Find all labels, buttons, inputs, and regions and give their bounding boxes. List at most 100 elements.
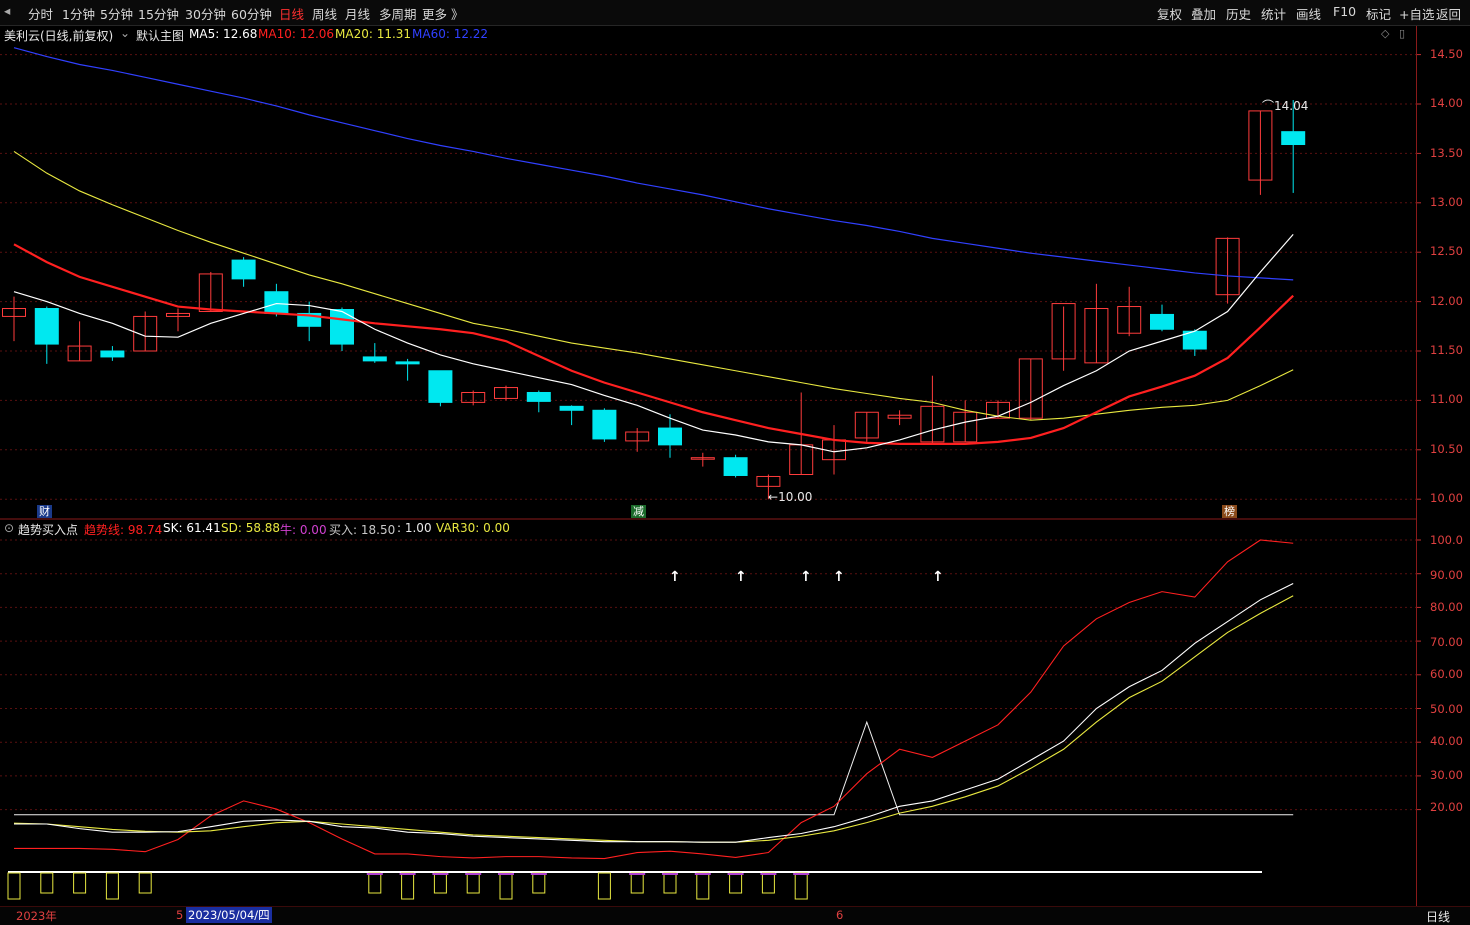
indicator-title[interactable]: 趋势买入点 (18, 521, 78, 538)
sd-line (13, 595, 1294, 843)
stats-button[interactable]: 统计 (1261, 4, 1286, 23)
settings-icon[interactable]: ⊙ (4, 521, 14, 535)
period-60min[interactable]: 60分钟 (231, 4, 272, 23)
stock-title: 美利云(日线,前复权) (4, 29, 114, 43)
main-chart-selector[interactable]: 默认主图 (136, 27, 184, 44)
period-weekly[interactable]: 周线 (312, 4, 337, 23)
candle-body (133, 315, 158, 352)
candle-body (756, 475, 781, 487)
period-label[interactable]: 日线 (1426, 908, 1450, 925)
period-more[interactable]: 更多 》 (422, 4, 463, 23)
price-tick: 11.50 (1430, 343, 1463, 357)
candle-body (264, 291, 289, 314)
candle-body (1084, 308, 1109, 364)
add-watchlist-button[interactable]: +自选 (1399, 4, 1434, 23)
sk-legend: SK: 61.41 (163, 521, 221, 535)
price-tick: 10.00 (1430, 491, 1463, 505)
sub-tick: 70.00 (1430, 635, 1463, 649)
candle-body (920, 405, 945, 443)
candle-body (887, 414, 912, 419)
period-15min[interactable]: 15分钟 (138, 4, 179, 23)
ma5-legend: MA5: 12.68 (189, 27, 258, 41)
draw-button[interactable]: 画线 (1296, 4, 1321, 23)
period-fenshi[interactable]: 分时 (28, 4, 53, 23)
sub-tick: 80.00 (1430, 600, 1463, 614)
price-tick: 12.00 (1430, 294, 1463, 308)
sub-tick: 60.00 (1430, 667, 1463, 681)
signal-bar (696, 872, 710, 900)
history-button[interactable]: 历史 (1226, 4, 1251, 23)
price-tick: 14.00 (1430, 96, 1463, 110)
period-1min[interactable]: 1分钟 (62, 4, 95, 23)
candle-body (690, 457, 715, 460)
window-icon[interactable]: ▯ (1399, 27, 1405, 40)
candle-body (658, 427, 682, 446)
candle-body (1018, 358, 1043, 419)
var30-legend: VAR30: 0.00 (436, 521, 510, 535)
candle-body (67, 345, 92, 362)
buy-legend: 买入: 18.50 (329, 523, 396, 537)
sub-tick: 90.00 (1430, 568, 1463, 582)
price-tick: 12.50 (1430, 244, 1463, 258)
signal-bar (40, 872, 54, 894)
period-daily[interactable]: 日线 (279, 4, 304, 23)
sub-tick: 40.00 (1430, 734, 1463, 748)
billboard-event-marker[interactable]: 榜 (1222, 505, 1237, 518)
ma10-line (13, 243, 1294, 445)
signal-bar (499, 872, 513, 900)
candle-body (100, 350, 125, 358)
high-annotation: ⌒14.04 (1262, 99, 1309, 113)
period-multi[interactable]: 多周期 (379, 4, 417, 23)
signal-bar (368, 872, 382, 894)
finance-event-marker[interactable]: 财 (37, 505, 52, 518)
candle-body (231, 259, 256, 280)
candle-body (1248, 110, 1273, 181)
signal-bar (761, 872, 775, 894)
niu-legend: 牛: 0.00 (280, 523, 327, 537)
ma60-line (13, 47, 1294, 281)
mark-button[interactable]: 标记 (1366, 4, 1391, 23)
candle-body (559, 405, 584, 411)
signal-bar (794, 872, 808, 900)
up-arrow-icon: ↑ (669, 569, 681, 585)
candle-body (526, 391, 551, 402)
year-label: 2023年 (16, 909, 57, 923)
signal-bar (7, 872, 21, 900)
candle-body (2, 308, 26, 317)
cursor-date: 2023/05/04/四 (186, 907, 272, 923)
reduce-event-marker[interactable]: 减 (631, 505, 646, 518)
price-tick: 14.50 (1430, 47, 1463, 61)
chevron-down-icon[interactable]: ⌄ (120, 26, 130, 40)
sub-tick: 100.0 (1430, 533, 1463, 547)
period-toolbar: ◂ 分时 1分钟 5分钟 15分钟 30分钟 60分钟 日线 周线 月线 多周期… (0, 0, 1470, 26)
ma60-legend: MA60: 12.22 (412, 27, 489, 41)
fuquan-button[interactable]: 复权 (1157, 4, 1182, 23)
back-button[interactable]: 返回 (1436, 4, 1461, 23)
candle-body (297, 312, 322, 327)
low-value: 10.00 (778, 490, 813, 504)
blank-legend: : 1.00 (397, 521, 432, 535)
period-monthly[interactable]: 月线 (345, 4, 370, 23)
overlay-button[interactable]: 叠加 (1191, 4, 1216, 23)
period-30min[interactable]: 30分钟 (185, 4, 226, 23)
low-annotation: ←10.00 (768, 490, 813, 504)
f10-button[interactable]: F10 (1333, 4, 1356, 19)
buy-line (14, 720, 1294, 816)
price-tick: 11.00 (1430, 392, 1463, 406)
candle-body (986, 401, 1010, 419)
diamond-icon[interactable]: ◇ (1381, 27, 1389, 40)
signal-bar (433, 872, 447, 894)
signal-bar (663, 872, 677, 894)
candle-body (625, 431, 650, 442)
candle-body (592, 409, 617, 440)
month-label: 6 (836, 908, 844, 922)
up-arrow-icon: ↑ (800, 569, 812, 585)
collapse-icon[interactable]: ◂ (4, 3, 10, 18)
period-5min[interactable]: 5分钟 (100, 4, 133, 23)
signal-bar (597, 872, 611, 900)
candle-body (198, 273, 223, 312)
ma20-line (13, 150, 1294, 421)
sub-tick: 50.00 (1430, 702, 1463, 716)
candle-body (1051, 303, 1076, 360)
high-value: 14.04 (1274, 99, 1309, 113)
